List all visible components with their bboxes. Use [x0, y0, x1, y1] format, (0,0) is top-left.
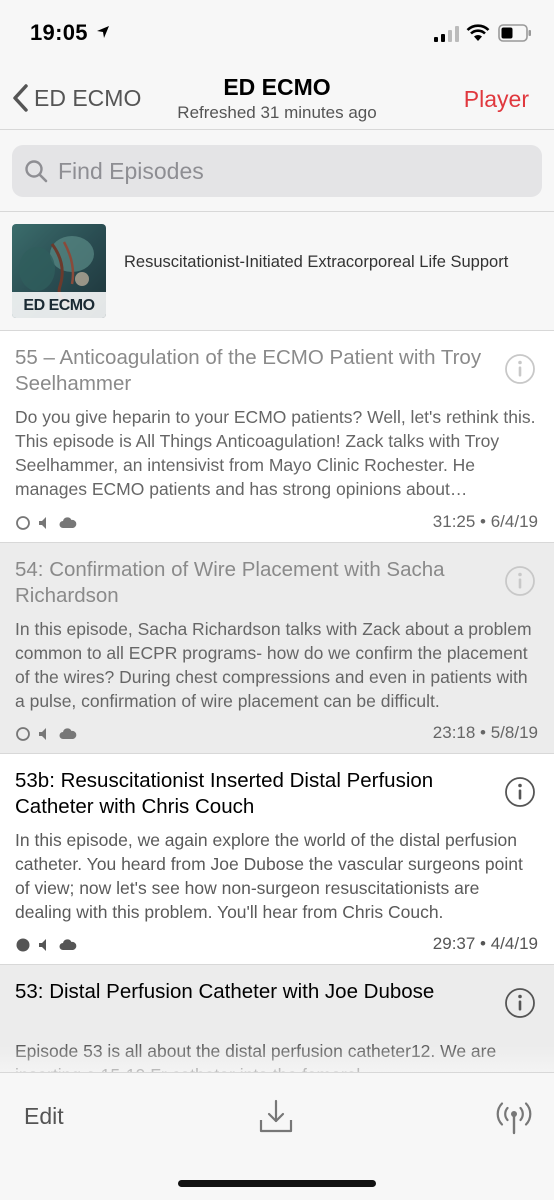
cellular-signal-icon — [434, 26, 459, 42]
episode-duration-date: 29:37 • 4/4/19 — [432, 934, 538, 953]
episode-status-icons — [15, 515, 77, 531]
search-input[interactable] — [58, 157, 498, 185]
cloud-icon — [59, 939, 77, 950]
search-icon — [25, 160, 48, 183]
status-time: 19:05 — [30, 20, 88, 45]
speaker-icon — [39, 939, 46, 951]
unplayed-dot-icon — [16, 516, 30, 530]
episode-description: Do you give heparin to your ECMO patient… — [15, 407, 536, 499]
episode-title: 53b: Resuscitationist Inserted Distal Pe… — [15, 769, 434, 818]
cloud-icon — [59, 517, 77, 528]
episode-title: 53: Distal Perfusion Catheter with Joe D… — [15, 980, 435, 1003]
episode-status-icons — [15, 726, 77, 742]
artwork-logo-text: ED ECMO — [23, 297, 95, 314]
bottom-toolbar: Edit — [0, 1072, 554, 1200]
podcast-description: Resuscitationist-Initiated Extracorporea… — [124, 253, 509, 271]
home-indicator[interactable] — [178, 1180, 376, 1187]
episode-row[interactable]: 54: Confirmation of Wire Placement with … — [0, 543, 554, 754]
wifi-icon — [466, 24, 490, 41]
podcast-artwork[interactable]: ED ECMO — [12, 224, 106, 318]
episode-duration-date: 31:25 • 6/4/19 — [432, 512, 538, 531]
info-icon[interactable] — [504, 987, 536, 1019]
episode-title: 55 – Anticoagulation of the ECMO Patient… — [15, 346, 482, 395]
info-icon[interactable] — [504, 353, 536, 385]
search-section — [0, 130, 554, 212]
info-icon[interactable] — [504, 565, 536, 597]
info-icon[interactable] — [504, 776, 536, 808]
cloud-icon — [59, 728, 77, 739]
episode-status-icons — [15, 937, 77, 953]
episode-row[interactable]: 55 – Anticoagulation of the ECMO Patient… — [0, 331, 554, 543]
episode-row[interactable]: 53b: Resuscitationist Inserted Distal Pe… — [0, 754, 554, 965]
broadcast-icon[interactable] — [496, 1101, 532, 1135]
unplayed-dot-icon — [16, 727, 30, 741]
unplayed-dot-icon — [16, 938, 30, 952]
nav-bar: ED ECMO ED ECMO Refreshed 31 minutes ago… — [0, 68, 554, 130]
speaker-icon — [39, 517, 46, 529]
status-bar: 19:05 — [0, 0, 554, 68]
download-icon[interactable] — [258, 1098, 294, 1134]
player-button[interactable]: Player — [464, 86, 529, 113]
search-bar[interactable] — [12, 145, 542, 197]
episode-duration-date: 23:18 • 5/8/19 — [432, 723, 538, 742]
podcast-header: ED ECMO Resuscitationist-Initiated Extra… — [0, 212, 554, 331]
episode-title: 54: Confirmation of Wire Placement with … — [15, 558, 445, 607]
edit-button[interactable]: Edit — [24, 1103, 64, 1130]
speaker-icon — [39, 728, 46, 740]
location-arrow-icon — [97, 26, 109, 38]
episode-description: In this episode, we again explore the wo… — [15, 830, 523, 922]
battery-icon — [498, 24, 531, 42]
episode-description: In this episode, Sacha Richardson talks … — [15, 619, 532, 711]
